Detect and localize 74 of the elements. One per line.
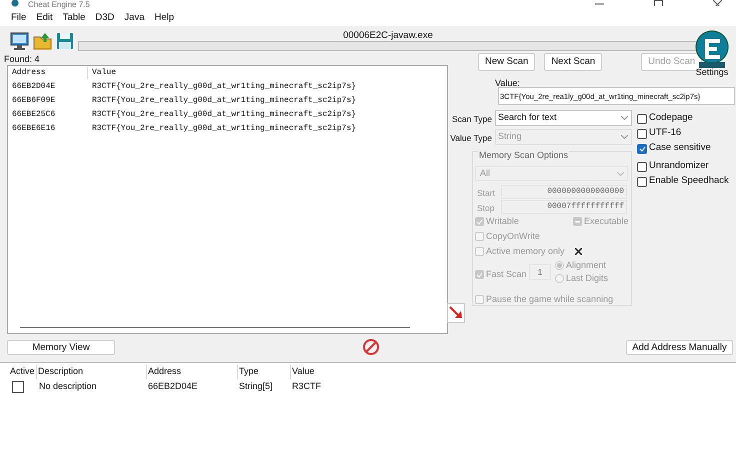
checkbox[interactable]: [637, 128, 647, 138]
scan-button[interactable]: New Scan: [478, 53, 536, 71]
dash-icon: [575, 220, 580, 224]
column-header[interactable]: Type: [238, 365, 291, 379]
table-cell-text: R3CTF: [291, 380, 322, 394]
menu-item[interactable]: Table: [62, 10, 86, 26]
range-label: Start: [477, 187, 495, 200]
checkbox-label: Unrandomizer: [649, 159, 709, 174]
table-cell-text: R3CTF{You_2re_really_g00d_at_wr1ting_minecraft_sc2ip7s}: [91, 123, 356, 135]
check-icon: [476, 218, 483, 225]
table-cell-text: 66EB2D04E: [147, 380, 199, 394]
table-cell-text: 66EB2D04E: [11, 81, 56, 93]
checkbox[interactable]: [12, 381, 24, 393]
menu-item[interactable]: D3D: [95, 10, 114, 26]
column-header[interactable]: Active: [9, 365, 37, 379]
checkbox-label: Pause the game while scanning: [486, 293, 614, 306]
range-label: Stop: [477, 202, 494, 215]
checkbox-label: Executable: [584, 215, 629, 228]
checkbox-label: Enable Speedhack: [649, 174, 729, 188]
checkbox-label: Fast Scan: [486, 268, 527, 281]
table-cell-text: 66EB6F09E: [11, 95, 56, 107]
menu-item[interactable]: Java: [124, 10, 144, 26]
check-icon: [476, 272, 483, 278]
column-header[interactable]: Value: [88, 67, 116, 79]
checkbox-label: Codepage: [649, 111, 693, 126]
memory-view-button[interactable]: Memory View: [7, 340, 115, 354]
radio-label: Alignment: [566, 259, 606, 272]
scan-type-dropdown[interactable]: Search for text: [495, 110, 632, 126]
arrow-button[interactable]: [447, 303, 465, 323]
checkbox-label: CopyOnWrite: [486, 230, 540, 243]
scan-type-label: Scan Type: [452, 113, 492, 126]
menu-item[interactable]: Help: [154, 10, 174, 26]
maximize-button[interactable]: [654, 0, 663, 6]
menu-item[interactable]: File: [11, 10, 26, 26]
value-label: Value:: [495, 77, 520, 90]
folder-icon[interactable]: [33, 32, 52, 50]
found-count: Found: 4: [3, 54, 41, 65]
process-name: 00006E2C-javaw.exe: [343, 30, 433, 41]
caret-icon: [621, 135, 628, 139]
caret-icon: [621, 116, 628, 120]
checkbox-label: Case sensitive: [649, 141, 711, 156]
scan-button[interactable]: Next Scan: [544, 53, 602, 71]
menu-item[interactable]: Edit: [36, 10, 53, 26]
table-cell-text: R3CTF{You_2re_really_g00d_at_wr1ting_minecraft_sc2ip7s}: [91, 109, 356, 121]
close-button[interactable]: [713, 0, 722, 6]
checkbox[interactable]: [637, 176, 647, 186]
arrow-icon: [449, 306, 462, 318]
check-icon: [638, 146, 646, 152]
caret-icon: [617, 172, 624, 176]
table-cell-text: No description: [38, 380, 98, 394]
value-type-label: Value Type: [450, 132, 492, 145]
column-header[interactable]: Description: [37, 365, 147, 379]
column-header[interactable]: Value: [291, 365, 351, 379]
table-cell-text: R3CTF{You_2re_really_g00d_at_wr1ting_minecraft_sc2ip7s}: [91, 81, 356, 93]
monitor-icon[interactable]: [10, 32, 29, 50]
table-cell-text: 66EBE25C6: [11, 109, 56, 121]
column-header[interactable]: Address: [8, 67, 88, 79]
checkbox[interactable]: [637, 114, 647, 124]
stop-icon[interactable]: [362, 338, 380, 356]
checkbox-label: Active memory only: [486, 245, 565, 258]
table-cell-text: R3CTF{You_2re_really_g00d_at_wr1ting_minecraft_sc2ip7s}: [91, 95, 356, 107]
checkbox-label: Writable: [486, 215, 519, 228]
window-title: Cheat Engine 7.5: [28, 0, 90, 10]
checkbox[interactable]: [637, 162, 647, 172]
column-header[interactable]: Address: [147, 365, 238, 379]
table-cell-text: String[5]: [238, 380, 274, 394]
checkbox[interactable]: [637, 144, 647, 154]
checkbox-label: UTF-16: [649, 126, 682, 140]
add-address-button[interactable]: Add Address Manually: [626, 340, 733, 354]
group-title: Memory Scan Options: [478, 149, 570, 162]
app-icon: [10, 0, 20, 7]
radio-label: Last Digits: [566, 272, 608, 285]
table-cell-text: 66EBE6E16: [11, 123, 56, 135]
logo-icon[interactable]: [695, 29, 729, 69]
